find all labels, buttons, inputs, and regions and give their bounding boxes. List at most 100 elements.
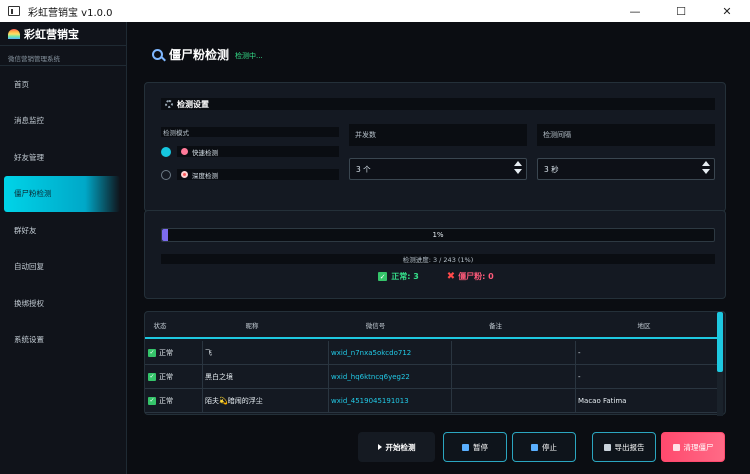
pause-icon — [462, 443, 469, 451]
clipboard-icon — [603, 443, 611, 451]
check-icon: ✓ — [148, 348, 156, 357]
row-wxid: wxid_hq6ktncq6yeg22 — [329, 364, 452, 389]
close-button[interactable]: ✕ — [704, 0, 750, 22]
row-status: 正常 — [159, 372, 173, 381]
table-header: 状态 昵称 微信号 备注 地区 — [145, 312, 719, 339]
trash-icon — [672, 443, 680, 451]
progress-bar: 1% — [161, 228, 715, 242]
interval-down-arrow-icon[interactable] — [702, 169, 710, 174]
col-region[interactable]: 地区 — [569, 320, 719, 330]
interval-label: 检测间隔 — [537, 124, 715, 146]
settings-header: 检测设置 — [161, 98, 715, 110]
row-wxid: wxid_n7nxa5okcdo712 — [329, 340, 452, 365]
main-content: 僵尸粉检测 检测中... 检测设置 检测模式 快速检测 深度检测 并发数 检测间… — [128, 22, 750, 474]
start-detect-button[interactable]: 开始检测 — [358, 432, 435, 462]
sidebar-item-friends[interactable]: 好友管理 — [0, 139, 126, 176]
table-row[interactable]: ✓ 正常 黑白之境 wxid_hq6ktncq6yeg22 - — [145, 364, 719, 389]
progress-percent: 1% — [432, 231, 444, 239]
sidebar-item-message-monitor[interactable]: 消息监控 — [0, 103, 126, 140]
interval-up-arrow-icon[interactable] — [702, 161, 710, 166]
stop-button[interactable]: 停止 — [512, 432, 576, 462]
col-note[interactable]: 备注 — [422, 320, 569, 330]
col-status[interactable]: 状态 — [145, 320, 175, 330]
row-status: 正常 — [159, 396, 173, 405]
col-wxid[interactable]: 微信号 — [329, 320, 422, 330]
zombie-count-label: 僵尸粉: 0 — [458, 272, 494, 281]
sidebar-item-auto-reply[interactable]: 自动回复 — [0, 249, 126, 286]
row-nickname: 飞 — [203, 340, 329, 365]
row-note — [452, 340, 576, 365]
sidebar-item-group-friends[interactable]: 群好友 — [0, 212, 126, 249]
concurrency-down-arrow-icon[interactable] — [514, 169, 522, 174]
concurrency-spinbox[interactable]: 3 个 — [349, 158, 527, 180]
row-region: - — [578, 372, 581, 381]
check-icon: ✓ — [148, 396, 156, 405]
stop-icon — [531, 443, 538, 451]
zombie-count: ✖ 僵尸粉: 0 — [447, 271, 494, 282]
normal-count-label: 正常: 3 — [391, 272, 419, 281]
stats-row: ✓ 正常: 3 ✖ 僵尸粉: 0 — [145, 271, 727, 282]
scrollbar-thumb[interactable] — [717, 312, 723, 372]
row-region: - — [578, 348, 581, 357]
sidebar: 彩虹营销宝 微信营销管理系统 首页 消息监控 好友管理 僵尸粉检测 群好友 自动… — [0, 22, 127, 474]
progress-panel: 1% 检测进度: 3 / 243 (1%) ✓ 正常: 3 ✖ 僵尸粉: 0 — [144, 210, 726, 299]
rainbow-icon — [8, 28, 20, 39]
brand: 彩虹营销宝 — [0, 22, 126, 46]
minimize-button[interactable]: — — [612, 0, 658, 22]
window-controls: — ☐ ✕ — [612, 0, 750, 22]
settings-title: 检测设置 — [177, 99, 209, 109]
table-row[interactable]: ✓ 正常 陌夫💫暗闹的浮尘 wxid_4519045191013 Macao Fa… — [145, 388, 719, 413]
target-icon — [181, 171, 188, 178]
col-nickname[interactable]: 昵称 — [175, 320, 329, 330]
check-icon: ✓ — [148, 372, 156, 381]
radio-deep[interactable] — [161, 169, 171, 180]
table-scrollbar[interactable] — [717, 312, 723, 416]
row-wxid: wxid_4519045191013 — [329, 388, 452, 413]
settings-panel: 检测设置 检测模式 快速检测 深度检测 并发数 检测间隔 3 个 3 秒 — [144, 82, 726, 212]
sidebar-nav: 首页 消息监控 好友管理 僵尸粉检测 群好友 自动回复 换绑授权 系统设置 — [0, 66, 126, 358]
mode-deep-option[interactable]: 深度检测 — [161, 169, 339, 180]
sidebar-item-zombie-detect[interactable]: 僵尸粉检测 — [4, 175, 120, 212]
maximize-button[interactable]: ☐ — [658, 0, 704, 22]
app-icon — [8, 6, 20, 16]
brand-subtitle: 微信营销管理系统 — [0, 46, 126, 66]
gear-icon — [165, 100, 173, 108]
table-row[interactable]: ✓ 正常 飞 wxid_n7nxa5okcdo712 - — [145, 340, 719, 365]
row-note — [452, 364, 576, 389]
results-table: 状态 昵称 微信号 备注 地区 ✓ 正常 飞 wxid_n7nxa5okcdo71… — [144, 311, 726, 416]
interval-spinbox[interactable]: 3 秒 — [537, 158, 715, 180]
row-region: Macao Fatima — [578, 396, 627, 405]
interval-value: 3 秒 — [544, 164, 559, 174]
sidebar-item-home[interactable]: 首页 — [0, 66, 126, 103]
page-header: 僵尸粉检测 检测中... — [152, 46, 263, 63]
concurrency-label: 并发数 — [349, 124, 527, 146]
check-icon: ✓ — [378, 272, 388, 281]
page-title: 僵尸粉检测 — [169, 48, 230, 62]
radio-fast[interactable] — [161, 146, 171, 157]
rocket-icon — [181, 148, 188, 155]
brand-name: 彩虹营销宝 — [24, 27, 79, 41]
sidebar-item-settings[interactable]: 系统设置 — [0, 322, 126, 359]
row-nickname: 陌夫💫暗闹的浮尘 — [203, 388, 329, 413]
pause-button[interactable]: 暂停 — [443, 432, 507, 462]
row-nickname: 黑白之境 — [203, 364, 329, 389]
mode-label: 检测模式 — [161, 127, 339, 137]
row-status: 正常 — [159, 348, 173, 357]
magnifier-icon — [152, 49, 163, 60]
play-icon — [377, 444, 382, 450]
export-report-button[interactable]: 导出报告 — [592, 432, 656, 462]
mode-fast-option[interactable]: 快速检测 — [161, 146, 339, 157]
row-note — [452, 388, 576, 413]
mode-fast-label: 快速检测 — [192, 148, 218, 157]
clear-zombie-button[interactable]: 清理僵尸 — [661, 432, 725, 462]
sidebar-item-rebind[interactable]: 换绑授权 — [0, 285, 126, 322]
window-title: 彩虹营销宝 v1.0.0 — [28, 7, 113, 19]
cross-icon: ✖ — [446, 271, 456, 282]
progress-detail: 检测进度: 3 / 243 (1%) — [161, 254, 715, 264]
concurrency-value: 3 个 — [356, 164, 371, 174]
window-titlebar: 彩虹营销宝 v1.0.0 — ☐ ✕ — [0, 0, 750, 22]
concurrency-up-arrow-icon[interactable] — [514, 161, 522, 166]
detect-status: 检测中... — [235, 51, 263, 60]
normal-count: ✓ 正常: 3 — [378, 271, 419, 282]
mode-deep-label: 深度检测 — [192, 171, 218, 180]
